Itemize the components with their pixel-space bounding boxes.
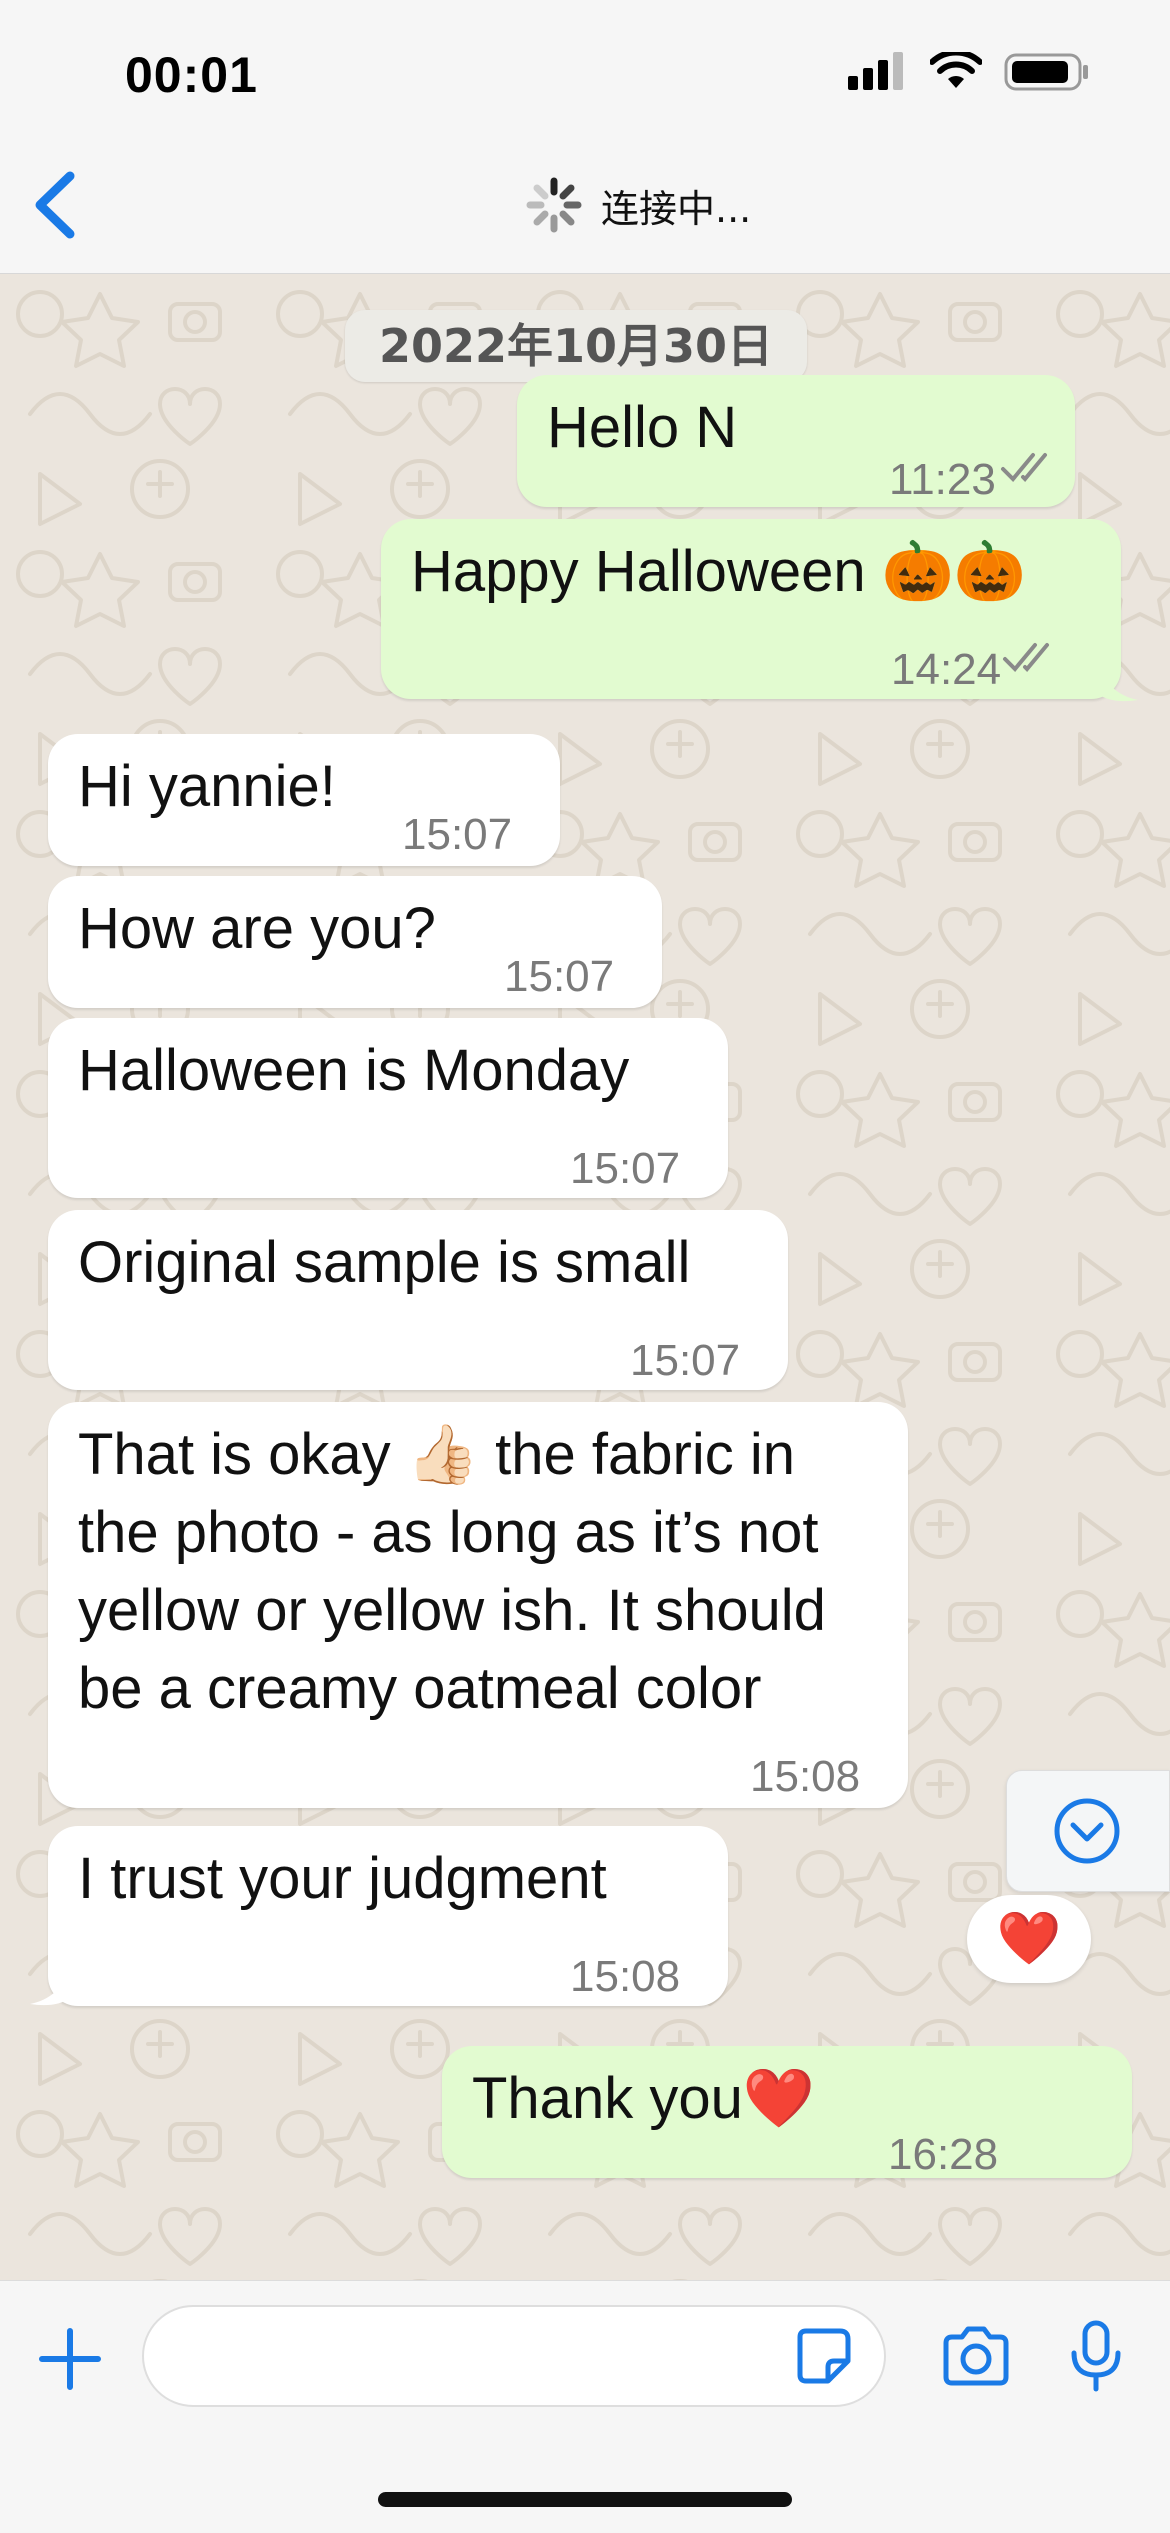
double-check-icon <box>1001 453 1047 482</box>
message-text: Original sample is small <box>78 1230 691 1295</box>
battery-icon <box>1004 53 1088 91</box>
message-time: 15:07 <box>630 1336 741 1385</box>
message-bubble-outgoing[interactable]: Hello N 11:23 <box>517 375 1075 507</box>
message-time: 15:08 <box>570 1952 681 2001</box>
message-bubble-incoming[interactable]: How are you? 15:07 <box>48 876 662 1008</box>
date-separator: 2022年10月30日 <box>345 310 808 382</box>
message-time: 15:07 <box>504 952 615 1001</box>
bubble-tail <box>30 1968 70 2006</box>
message-text: Hello N <box>547 395 738 460</box>
message-text: I trust your judgment <box>78 1846 607 1911</box>
plus-icon[interactable] <box>34 2323 106 2395</box>
message-bubble-incoming[interactable]: Halloween is Monday 15:07 <box>48 1018 728 1198</box>
microphone-icon[interactable] <box>1068 2319 1124 2395</box>
message-time: 15:07 <box>402 810 513 859</box>
message-reaction[interactable]: ❤️ <box>967 1895 1091 1983</box>
bubble-tail <box>1098 664 1138 702</box>
back-chevron-icon[interactable] <box>22 160 92 250</box>
message-text: Thank you❤️ <box>472 2066 816 2131</box>
camera-icon[interactable] <box>940 2325 1012 2387</box>
message-bubble-incoming[interactable]: Hi yannie! 15:07 <box>48 734 560 866</box>
sticker-icon[interactable] <box>792 2325 854 2387</box>
message-input[interactable] <box>142 2305 886 2407</box>
scroll-down-icon <box>1054 1798 1120 1864</box>
loading-spinner-icon <box>526 177 582 233</box>
wifi-icon <box>930 52 982 88</box>
message-text: Hi yannie! <box>78 754 336 819</box>
message-time: 16:28 <box>888 2130 999 2179</box>
chat-header: 连接中... <box>0 140 1170 274</box>
message-text: That is okay 👍🏻 the fabric in the photo … <box>78 1422 826 1721</box>
message-text: Happy Halloween 🎃🎃 <box>411 539 1027 604</box>
message-bubble-outgoing[interactable]: Thank you❤️ 16:28 <box>442 2046 1132 2179</box>
message-time: 15:07 <box>570 1144 681 1193</box>
message-text: How are you? <box>78 896 436 961</box>
message-text: Halloween is Monday <box>78 1038 630 1103</box>
message-time: 14:24 <box>891 645 1002 694</box>
message-time: 11:23 <box>889 455 996 504</box>
double-check-icon <box>1003 643 1049 672</box>
message-bubble-outgoing[interactable]: Happy Halloween 🎃🎃 14:24 <box>381 519 1121 699</box>
connection-status: 连接中... <box>525 176 751 234</box>
message-bubble-incoming[interactable]: Original sample is small 15:07 <box>48 1210 788 1390</box>
status-bar: 00:01 <box>0 0 1170 140</box>
message-bubble-incoming[interactable]: I trust your judgment 15:08 <box>48 1826 728 2006</box>
scroll-down-button[interactable] <box>1006 1770 1170 1892</box>
message-time: 15:08 <box>750 1752 861 1801</box>
status-icons <box>848 52 1090 92</box>
message-bubble-incoming[interactable]: That is okay 👍🏻 the fabric in the photo … <box>48 1402 908 1808</box>
status-time: 00:01 <box>125 47 258 103</box>
signal-icon <box>848 52 903 90</box>
nav-title: 连接中... <box>601 186 752 231</box>
home-indicator[interactable] <box>378 2492 792 2507</box>
